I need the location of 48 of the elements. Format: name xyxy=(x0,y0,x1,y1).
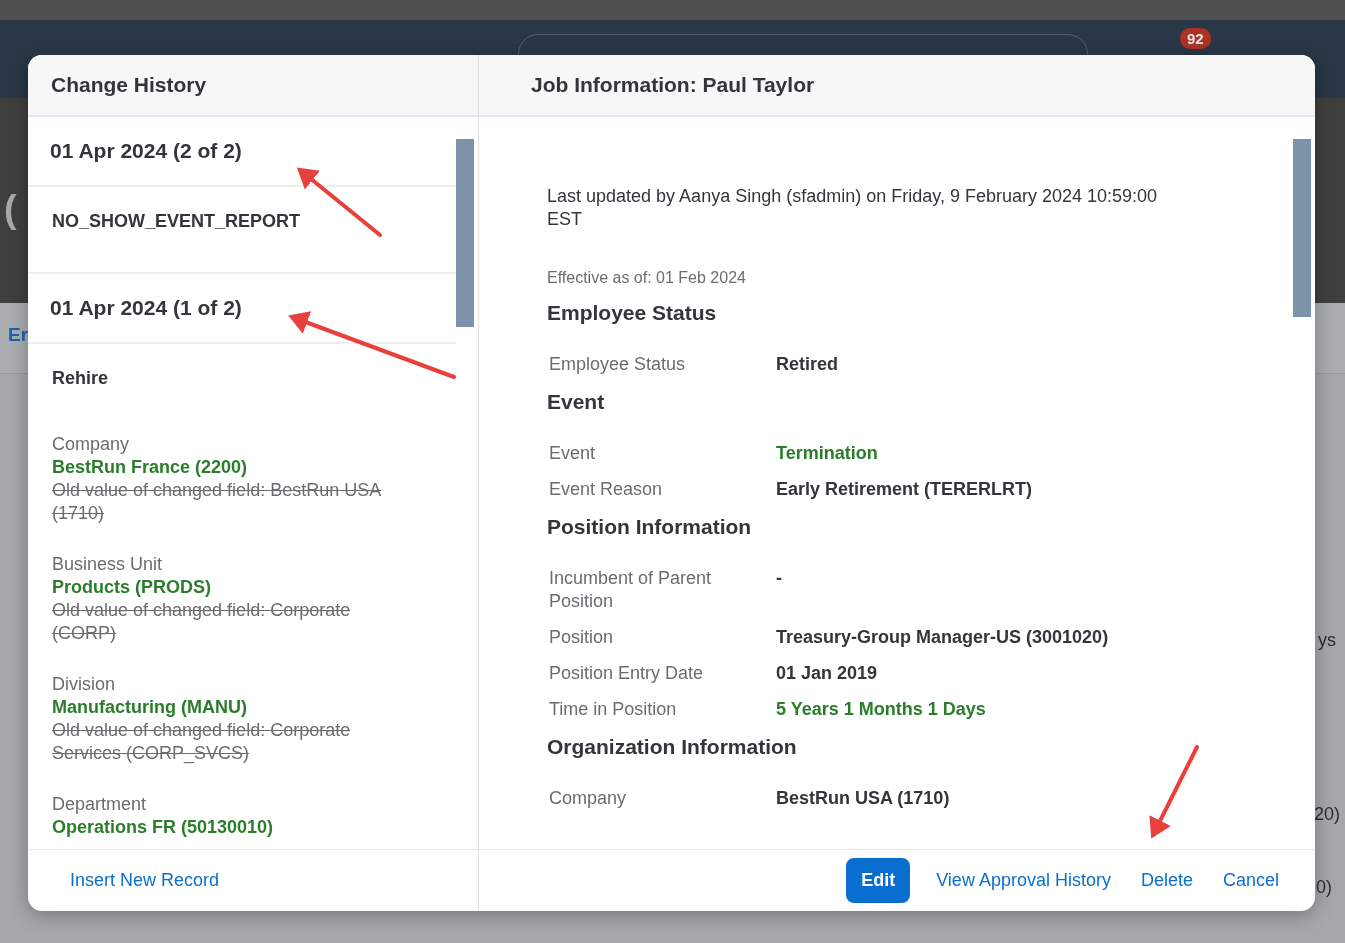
field-label: Position xyxy=(548,626,615,649)
field-label: Incumbent of Parent Position xyxy=(548,567,713,613)
field-label: Time in Position xyxy=(548,698,678,721)
section-title: Event xyxy=(547,390,606,414)
field-value: BestRun USA (1710) xyxy=(776,787,950,810)
field-value: Termination xyxy=(776,442,878,465)
field-label: Division xyxy=(52,673,117,696)
insert-new-record-link[interactable]: Insert New Record xyxy=(58,862,232,899)
field-value: Early Retirement (TERERLRT) xyxy=(776,478,1033,501)
field-value: Treasury-Group Manager-US (3001020) xyxy=(776,626,1109,649)
footer-button[interactable]: View Approval History xyxy=(924,862,1123,899)
new-value: Operations FR (50130010) xyxy=(52,816,275,839)
event-name: Rehire xyxy=(52,368,109,388)
section-title: Employee Status xyxy=(547,301,718,325)
notification-badge: 92 xyxy=(1180,28,1211,49)
new-value: Manufacturing (MANU) xyxy=(52,696,248,719)
old-value: Old value of changed field: Corporate Services (CORP_SVCS) xyxy=(52,719,352,765)
footer-button[interactable]: Cancel xyxy=(1210,862,1291,899)
section-title: Organization Information xyxy=(547,735,798,759)
field-label: Company xyxy=(52,433,131,456)
field-label: Event xyxy=(548,442,597,465)
field-value: Retired xyxy=(776,353,838,376)
section-title: Position Information xyxy=(547,515,753,539)
field-label: Company xyxy=(548,787,628,810)
background-text: Er xyxy=(8,324,29,346)
field-value: 5 Years 1 Months 1 Days xyxy=(776,698,986,721)
effective-date: Effective as of: 01 Feb 2024 xyxy=(547,269,747,287)
footer-button[interactable]: Edit xyxy=(846,858,911,903)
dialog-title: Job Information: Paul Taylor xyxy=(531,73,815,97)
field-label: Employee Status xyxy=(548,353,687,376)
field-label: Position Entry Date xyxy=(548,662,705,685)
last-updated-text: Last updated by Aanya Singh (sfadmin) on Friday, 9 February 2024 10:59:00 EST xyxy=(547,185,1159,231)
background-text: ( xyxy=(4,188,17,231)
footer-button[interactable]: Delete xyxy=(1128,862,1205,899)
field-label: Business Unit xyxy=(52,553,164,576)
field-value: 01 Jan 2019 xyxy=(776,662,878,685)
dialog-title: Change History xyxy=(51,73,207,97)
old-value: Old value of changed field: Corporate (CORP) xyxy=(52,599,352,645)
field-value: - xyxy=(776,567,782,590)
field-label: Event Reason xyxy=(548,478,664,501)
field-label: Department xyxy=(52,793,148,816)
old-value: Old value of changed field: BestRun USA (1710) xyxy=(52,479,383,525)
background-text: 20) xyxy=(1314,804,1340,825)
background-text: 0) xyxy=(1316,877,1332,898)
event-name: NO_SHOW_EVENT_REPORT xyxy=(52,211,301,231)
background-text: ys xyxy=(1318,630,1336,651)
new-value: BestRun France (2200) xyxy=(52,456,249,479)
new-value: Products (PRODS) xyxy=(52,576,212,599)
